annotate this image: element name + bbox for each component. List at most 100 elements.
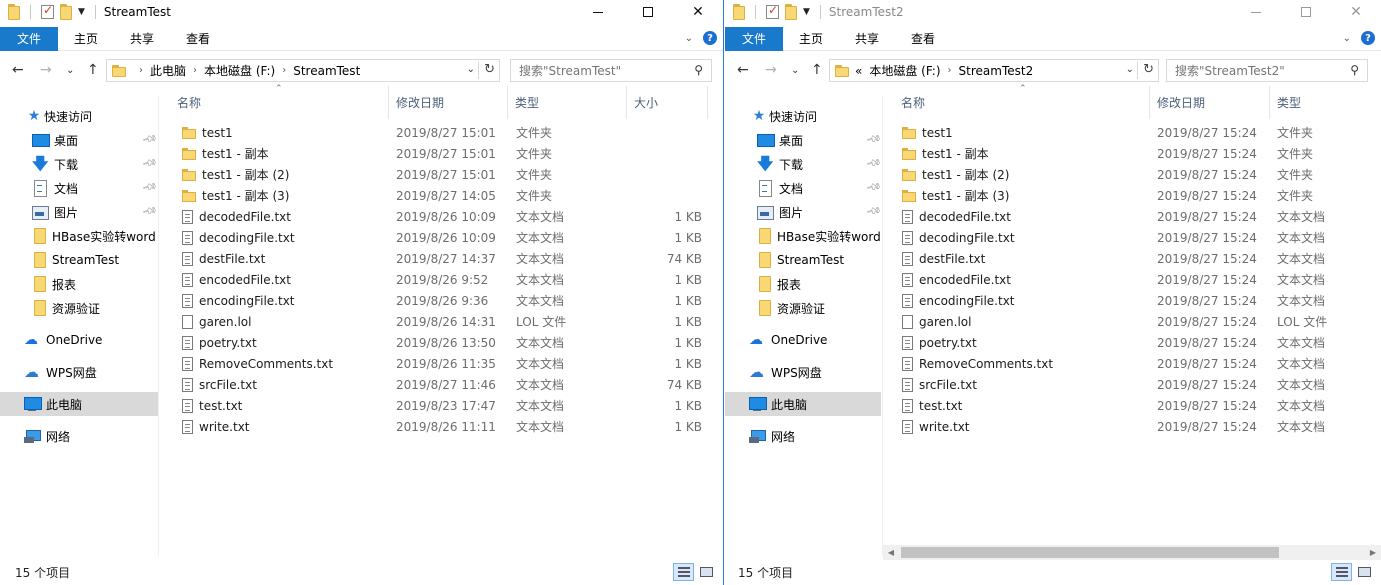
table-row[interactable]: decodedFile.txt 2019/8/26 10:09 文本文档 1 KB — [171, 206, 711, 227]
pin-icon[interactable]: 📌︎ — [141, 155, 158, 171]
search-icon[interactable]: ⚲ — [694, 63, 703, 77]
recent-locations-icon[interactable]: ⌄ — [66, 65, 74, 76]
expand-ribbon-icon[interactable]: ⌄ — [685, 33, 693, 44]
table-row[interactable]: test.txt 2019/8/27 15:24 文本文档 — [895, 395, 1381, 416]
minimize-button[interactable] — [573, 0, 623, 24]
tab-home[interactable]: 主页 — [783, 27, 839, 51]
maximize-button[interactable] — [623, 0, 673, 24]
address-dropdown-icon[interactable]: ⌄ — [1126, 64, 1134, 75]
table-row[interactable]: srcFile.txt 2019/8/27 11:46 文本文档 74 KB — [171, 374, 711, 395]
help-icon[interactable]: ? — [1361, 31, 1375, 45]
table-row[interactable]: poetry.txt 2019/8/27 15:24 文本文档 — [895, 332, 1381, 353]
recent-locations-icon[interactable]: ⌄ — [791, 65, 799, 76]
table-row[interactable]: decodingFile.txt 2019/8/27 15:24 文本文档 — [895, 227, 1381, 248]
nav-network[interactable]: 网络 — [0, 424, 158, 448]
table-row[interactable]: poetry.txt 2019/8/26 13:50 文本文档 1 KB — [171, 332, 711, 353]
refresh-icon[interactable]: ↻ — [1143, 62, 1154, 77]
back-button[interactable]: ← — [737, 62, 749, 78]
column-header-size[interactable]: 大小 — [628, 86, 708, 119]
address-bar[interactable]: « 本地磁盘 (F:) › StreamTest2 ⌄ ↻ — [829, 59, 1159, 82]
large-icons-view-button[interactable] — [696, 563, 717, 581]
properties-icon[interactable] — [41, 3, 54, 19]
close-button[interactable]: ✕ — [673, 0, 723, 24]
maximize-button[interactable] — [1281, 0, 1331, 24]
tab-file[interactable]: 文件 — [725, 26, 784, 51]
nav-quick-access[interactable]: ★ 快速访问 — [0, 104, 158, 128]
refresh-icon[interactable]: ↻ — [484, 62, 495, 77]
nav-item-desktop[interactable]: 桌面 📌︎ — [0, 128, 158, 152]
table-row[interactable]: test1 - 副本 2019/8/27 15:24 文件夹 — [895, 143, 1381, 164]
nav-wps[interactable]: ☁ WPS网盘 — [0, 360, 158, 384]
properties-icon[interactable] — [766, 3, 779, 19]
large-icons-view-button[interactable] — [1354, 563, 1375, 581]
pin-icon[interactable]: 📌︎ — [865, 179, 882, 195]
table-row[interactable]: encodingFile.txt 2019/8/26 9:36 文本文档 1 KB — [171, 290, 711, 311]
column-header-type[interactable]: 类型 — [509, 86, 627, 119]
nav-item-documents[interactable]: 文档 📌︎ — [0, 176, 158, 200]
breadcrumb-drive-f[interactable]: 本地磁盘 (F:) — [869, 62, 940, 79]
up-button[interactable]: ↑ — [811, 62, 823, 78]
table-row[interactable]: encodedFile.txt 2019/8/27 15:24 文本文档 — [895, 269, 1381, 290]
nav-item-desktop[interactable]: 桌面 📌︎ — [725, 128, 882, 152]
column-header-date[interactable]: 修改日期 — [390, 86, 508, 119]
breadcrumb-this-pc[interactable]: 此电脑 — [150, 62, 186, 79]
nav-this-pc[interactable]: 此电脑 — [0, 392, 158, 416]
nav-item-streamtest[interactable]: StreamTest — [725, 248, 881, 272]
expand-ribbon-icon[interactable]: ⌄ — [1343, 33, 1351, 44]
nav-quick-access[interactable]: ★ 快速访问 — [725, 104, 881, 128]
pane-splitter[interactable] — [882, 96, 883, 556]
table-row[interactable]: write.txt 2019/8/26 11:11 文本文档 1 KB — [171, 416, 711, 437]
search-box[interactable]: ⚲ — [510, 59, 712, 82]
horizontal-scrollbar[interactable]: ◀ ▶ — [883, 545, 1381, 560]
table-row[interactable]: srcFile.txt 2019/8/27 15:24 文本文档 — [895, 374, 1381, 395]
scroll-left-icon[interactable]: ◀ — [883, 545, 899, 560]
table-row[interactable]: test1 2019/8/27 15:01 文件夹 — [171, 122, 711, 143]
chevron-right-icon[interactable]: › — [282, 65, 286, 76]
table-row[interactable]: test1 - 副本 (3) 2019/8/27 15:24 文件夹 — [895, 185, 1381, 206]
up-button[interactable]: ↑ — [87, 62, 99, 78]
table-row[interactable]: write.txt 2019/8/27 15:24 文本文档 — [895, 416, 1381, 437]
nav-item-resource-verify[interactable]: 资源验证 — [0, 296, 158, 320]
column-header-name[interactable]: 名称 ⌃ — [895, 84, 1150, 119]
nav-item-hbase[interactable]: HBase实验转word — [0, 224, 158, 248]
pane-splitter[interactable] — [158, 96, 159, 556]
table-row[interactable]: test1 - 副本 2019/8/27 15:01 文件夹 — [171, 143, 711, 164]
pin-icon[interactable]: 📌︎ — [141, 179, 158, 195]
nav-this-pc[interactable]: 此电脑 — [725, 392, 881, 416]
table-row[interactable]: garen.lol 2019/8/27 15:24 LOL 文件 — [895, 311, 1381, 332]
nav-item-documents[interactable]: 文档 📌︎ — [725, 176, 882, 200]
scroll-right-icon[interactable]: ▶ — [1365, 545, 1381, 560]
back-button[interactable]: ← — [12, 62, 24, 78]
nav-wps[interactable]: ☁ WPS网盘 — [725, 360, 881, 384]
breadcrumb-streamtest2[interactable]: StreamTest2 — [959, 64, 1034, 78]
search-icon[interactable]: ⚲ — [1350, 63, 1359, 77]
search-input[interactable] — [511, 63, 711, 78]
customize-dropdown-icon[interactable]: ▼ — [78, 7, 85, 17]
column-header-name[interactable]: 名称 ⌃ — [171, 84, 389, 119]
pin-icon[interactable]: 📌︎ — [865, 155, 882, 171]
table-row[interactable]: test1 - 副本 (2) 2019/8/27 15:24 文件夹 — [895, 164, 1381, 185]
table-row[interactable]: test.txt 2019/8/23 17:47 文本文档 1 KB — [171, 395, 711, 416]
breadcrumb-drive-f[interactable]: 本地磁盘 (F:) — [204, 62, 275, 79]
nav-item-resource-verify[interactable]: 资源验证 — [725, 296, 881, 320]
tab-file[interactable]: 文件 — [0, 26, 59, 51]
table-row[interactable]: test1 2019/8/27 15:24 文件夹 — [895, 122, 1381, 143]
address-dropdown-icon[interactable]: ⌄ — [467, 64, 475, 75]
address-bar[interactable]: › 此电脑 › 本地磁盘 (F:) › StreamTest ⌄ ↻ — [106, 59, 500, 82]
new-folder-icon[interactable] — [60, 4, 72, 20]
pin-icon[interactable]: 📌︎ — [141, 203, 158, 219]
column-header-date[interactable]: 修改日期 — [1151, 86, 1270, 119]
table-row[interactable]: garen.lol 2019/8/26 14:31 LOL 文件 1 KB — [171, 311, 711, 332]
table-row[interactable]: destFile.txt 2019/8/27 15:24 文本文档 — [895, 248, 1381, 269]
nav-item-downloads[interactable]: 🡇 下载 📌︎ — [725, 152, 882, 176]
details-view-button[interactable] — [673, 563, 694, 581]
details-view-button[interactable] — [1331, 563, 1352, 581]
nav-item-streamtest[interactable]: StreamTest — [0, 248, 158, 272]
table-row[interactable]: encodingFile.txt 2019/8/27 15:24 文本文档 — [895, 290, 1381, 311]
pin-icon[interactable]: 📌︎ — [865, 131, 882, 147]
table-row[interactable]: decodingFile.txt 2019/8/26 10:09 文本文档 1 KB — [171, 227, 711, 248]
close-button[interactable]: ✕ — [1331, 0, 1381, 24]
nav-item-reports[interactable]: 报表 — [0, 272, 158, 296]
pin-icon[interactable]: 📌︎ — [141, 131, 158, 147]
table-row[interactable]: test1 - 副本 (3) 2019/8/27 14:05 文件夹 — [171, 185, 711, 206]
